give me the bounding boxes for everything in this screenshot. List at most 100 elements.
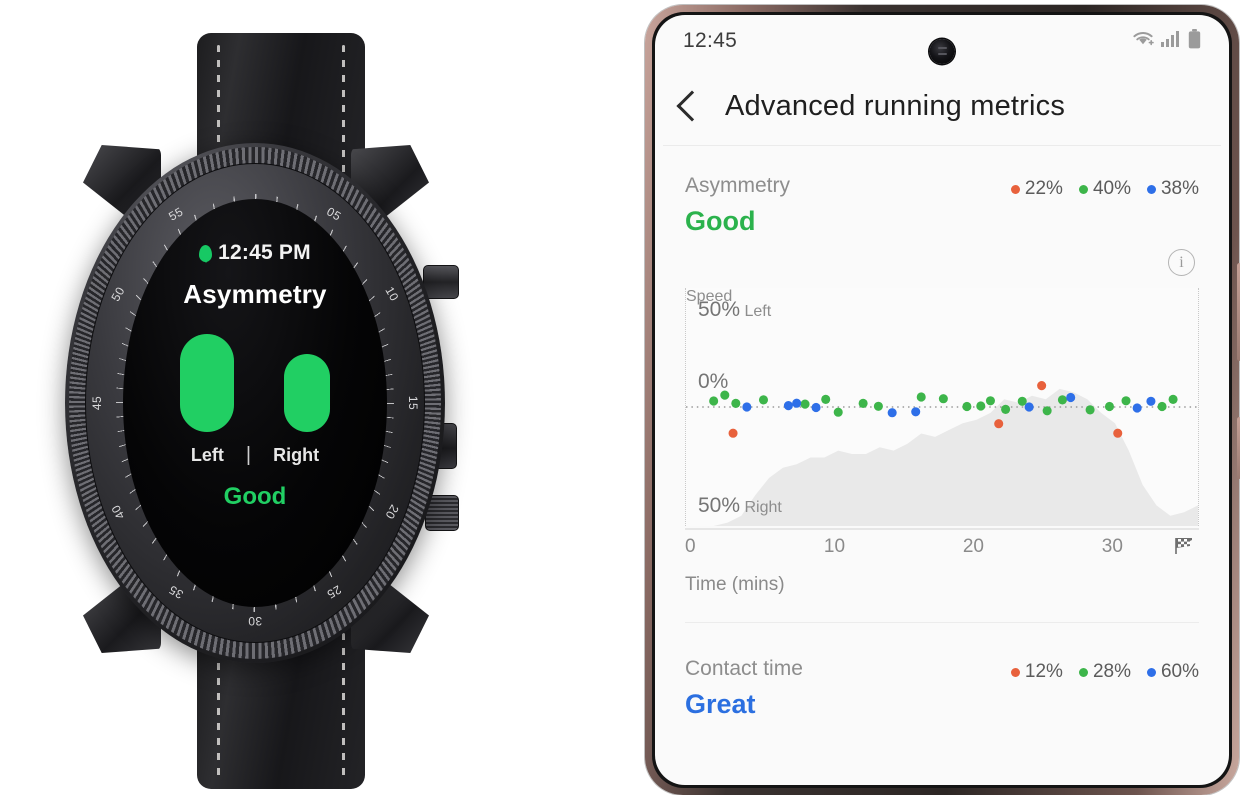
legend-value-blue: 38%: [1160, 178, 1199, 199]
status-bar: 12:45: [655, 15, 1229, 67]
legend-value-orange: 22%: [1024, 178, 1063, 199]
data-point: [1024, 402, 1034, 412]
data-point: [1037, 381, 1047, 391]
data-point: [1168, 394, 1178, 404]
info-icon[interactable]: i: [1168, 249, 1195, 276]
contact-time-header: Contact time Great 12% 28% 60%: [685, 657, 1199, 720]
data-point: [833, 407, 843, 417]
legend-item-blue: 60%: [1146, 661, 1199, 683]
legend-item-blue: 38%: [1146, 178, 1199, 200]
chart-canvas: [686, 381, 1198, 526]
data-point: [709, 396, 719, 406]
phone-bezel: 12:45 Advanced running metrics Asymmetry…: [652, 12, 1232, 788]
x-axis-line: [685, 528, 1199, 530]
data-point: [792, 398, 802, 408]
y-axis-label-mid: 0%: [698, 370, 728, 394]
y-mid-value: 0%: [698, 370, 729, 393]
y-bottom-side: Right: [744, 499, 782, 516]
data-point: [800, 399, 810, 409]
watch-case: 05 10 15 20 25 30 35 40 45 50 55 12:45 PM Asymmetr…: [65, 143, 445, 663]
data-point: [858, 398, 868, 408]
data-point: [887, 408, 897, 418]
data-point: [1057, 395, 1067, 405]
data-point: [821, 394, 831, 404]
x-tick-label: 30: [1101, 536, 1123, 557]
watch-body: 05 10 15 20 25 30 35 40 45 50 55 12:45 PM Asymmetr…: [55, 25, 459, 789]
legend-value-green: 28%: [1092, 661, 1131, 682]
stitch-right: [342, 633, 345, 777]
page-title: Advanced running metrics: [725, 89, 1066, 122]
smartwatch-preview: 05 10 15 20 25 30 35 40 45 50 55 12:45 PM Asymmetr…: [0, 0, 620, 789]
section-contact-time: Contact time Great 12% 28% 60%: [655, 623, 1229, 720]
battery-icon: [1188, 28, 1201, 54]
contact-time-legend: 12% 28% 60%: [1010, 657, 1199, 683]
data-point: [1157, 401, 1167, 412]
watch-time: 12:45 PM: [218, 241, 311, 264]
asymmetry-chart[interactable]: 50% Left 0% 50% Right Speed: [685, 288, 1199, 526]
data-point: [911, 407, 921, 417]
asymmetry-legend: 22% 40% 38%: [1010, 174, 1199, 200]
y-axis-label-top: 50% Left: [698, 298, 771, 322]
data-point: [1146, 396, 1156, 406]
x-axis-title: Time (mins): [685, 574, 785, 595]
data-point: [1085, 405, 1095, 415]
data-point: [758, 395, 769, 405]
y-bottom-value: 50%: [698, 494, 741, 517]
phone-screen: 12:45 Advanced running metrics Asymmetry…: [655, 15, 1229, 785]
data-point: [1001, 404, 1011, 414]
asymmetry-title-block: Asymmetry Good: [685, 174, 790, 237]
y-top-value: 50%: [698, 298, 741, 321]
section-asymmetry: Asymmetry Good 22% 40% 38% i 50% Left 0%…: [655, 146, 1229, 623]
legend-dot-blue: [1146, 184, 1156, 194]
phone-frame: 12:45 Advanced running metrics Asymmetry…: [645, 5, 1240, 795]
bar-label-right: Right: [273, 445, 320, 465]
watch-bar-labels: Left | Right: [191, 444, 319, 467]
legend-dot-green: [1078, 667, 1088, 677]
asymmetry-label: Asymmetry: [685, 174, 790, 197]
cellular-signal-icon: [1161, 30, 1181, 52]
legend-item-green: 28%: [1078, 661, 1131, 683]
y-axis-label-bottom: 50% Right: [698, 494, 782, 518]
x-tick-label: 10: [823, 536, 846, 557]
legend-dot-green: [1078, 184, 1088, 194]
contact-time-title-block: Contact time Great: [685, 657, 803, 720]
front-camera-icon: [929, 39, 955, 64]
data-point: [811, 402, 821, 413]
x-tick-label: 20: [962, 536, 984, 557]
location-pin-icon: [199, 244, 213, 262]
watch-button-top[interactable]: [423, 265, 459, 299]
status-bar-time: 12:45: [683, 29, 738, 52]
legend-dot-orange: [1010, 667, 1020, 677]
data-point: [742, 402, 752, 412]
data-point: [976, 401, 986, 411]
data-point: [1104, 401, 1115, 412]
data-point: [994, 419, 1004, 429]
watch-status-text: Good: [223, 483, 287, 510]
data-point: [873, 401, 883, 411]
legend-item-orange: 22%: [1010, 178, 1063, 200]
stitch-right: [342, 45, 345, 181]
contact-time-rating: Great: [685, 689, 756, 719]
data-point: [731, 398, 741, 408]
legend-dot-blue: [1146, 667, 1156, 677]
data-point: [1113, 428, 1123, 438]
bar-left: [180, 334, 234, 432]
data-point: [1042, 406, 1052, 416]
navigation-bar: Advanced running metrics: [655, 67, 1229, 145]
data-point: [1132, 403, 1142, 413]
data-point: [1066, 392, 1076, 403]
wifi-icon: [1132, 30, 1154, 52]
watch-time-row: 12:45 PM: [199, 241, 311, 265]
back-chevron-icon[interactable]: [676, 90, 708, 122]
watch-asymmetry-bars: [180, 334, 330, 432]
bar-label-separator: |: [245, 444, 252, 466]
watch-screen[interactable]: 12:45 PM Asymmetry Left | Right Good: [123, 199, 387, 607]
status-bar-icons: [1132, 28, 1201, 54]
data-point: [938, 394, 948, 404]
data-point: [728, 428, 738, 438]
info-row: i: [685, 249, 1199, 276]
asymmetry-header: Asymmetry Good 22% 40% 38%: [685, 174, 1199, 237]
data-point: [783, 401, 793, 411]
data-point: [1121, 396, 1131, 406]
legend-value-orange: 12%: [1024, 661, 1063, 682]
